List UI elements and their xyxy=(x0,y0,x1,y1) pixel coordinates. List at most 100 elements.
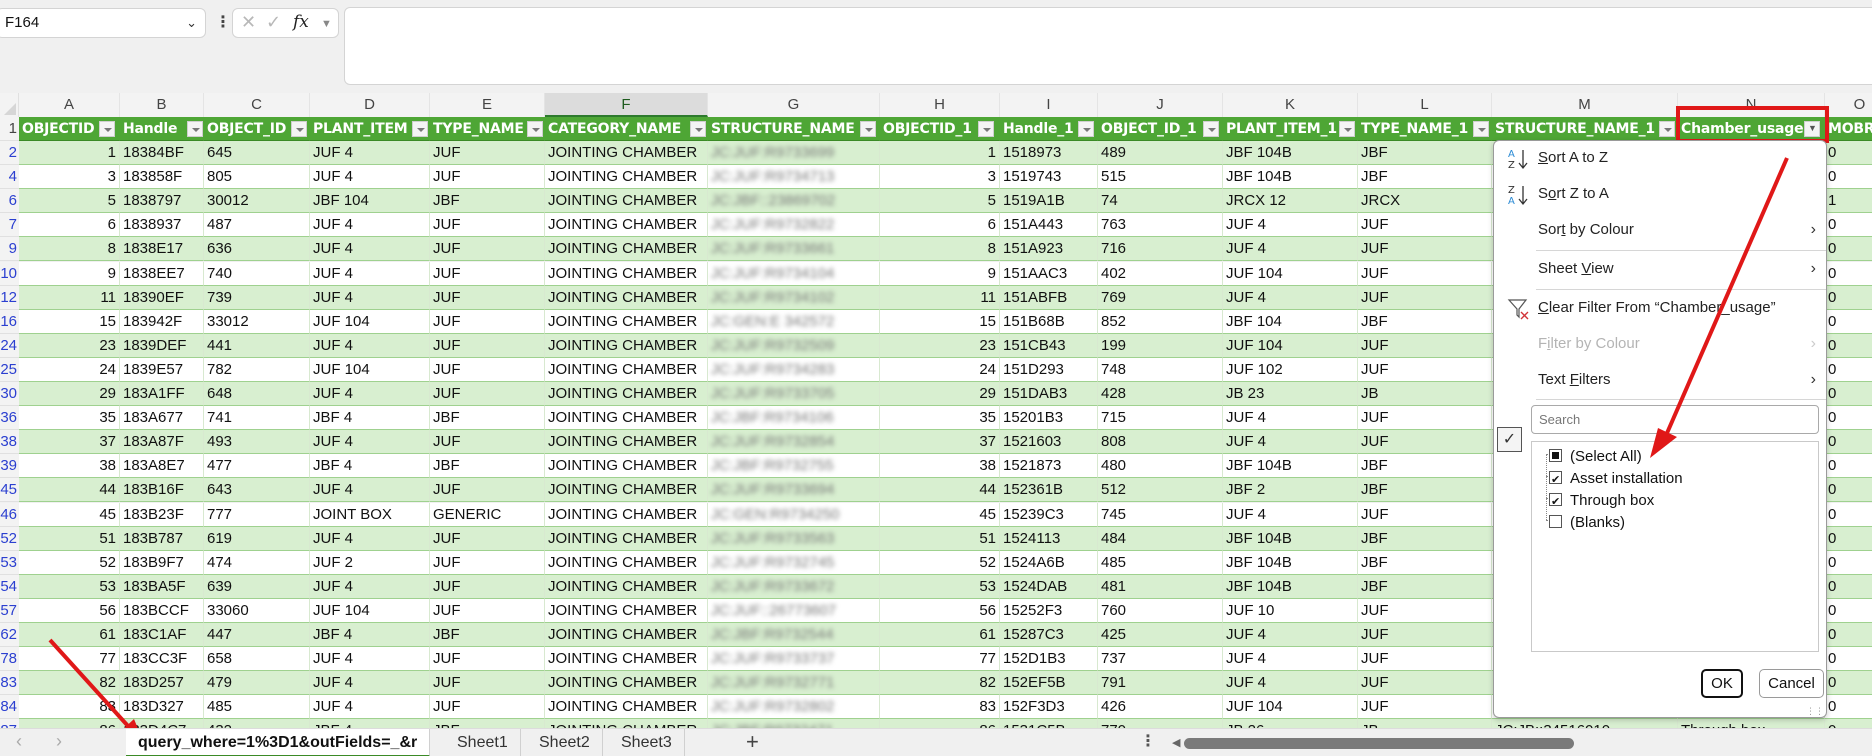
cell-h[interactable]: 56 xyxy=(880,598,1000,623)
cell-h[interactable]: 38 xyxy=(880,454,1000,479)
filter-dropdown-icon[interactable] xyxy=(690,121,706,137)
column-header-h[interactable]: H xyxy=(880,93,1000,117)
table-header-cell[interactable]: PLANT_ITEM_1 xyxy=(1223,117,1358,141)
cell-d[interactable]: JUF 4 xyxy=(310,526,430,551)
cell-o[interactable]: 0 xyxy=(1825,623,1872,647)
cell-f[interactable]: JOINTING CHAMBER xyxy=(545,623,708,647)
column-header-e[interactable]: E xyxy=(430,93,545,117)
checkbox[interactable] xyxy=(1549,449,1562,462)
cell-f[interactable]: JOINTING CHAMBER xyxy=(545,478,708,503)
cell-k[interactable]: JB 23 xyxy=(1223,382,1358,406)
cell-b[interactable]: 183B23F xyxy=(120,502,204,527)
cancel-icon[interactable]: ✕ xyxy=(241,12,256,33)
cell-i[interactable]: 15239C3 xyxy=(1000,502,1098,527)
cell-a[interactable]: 3 xyxy=(19,165,120,190)
cell-a[interactable]: 15 xyxy=(19,309,120,334)
cell-h[interactable]: 9 xyxy=(880,261,1000,286)
cell-e[interactable]: JUF xyxy=(430,598,545,623)
filter-dropdown-icon[interactable] xyxy=(978,121,994,137)
cell-b[interactable]: 183B16F xyxy=(120,478,204,503)
cell-a[interactable]: 35 xyxy=(19,406,120,431)
table-header-cell[interactable]: STRUCTURE_NAME_1 xyxy=(1492,117,1678,141)
cell-a[interactable]: 83 xyxy=(19,695,120,720)
cell-o[interactable]: 0 xyxy=(1825,430,1872,455)
cell-o[interactable]: 0 xyxy=(1825,406,1872,431)
cell-c[interactable]: 636 xyxy=(204,237,310,262)
cell-g[interactable]: JC:JUF:R9732822 xyxy=(708,213,880,238)
cell-l[interactable]: JRCX xyxy=(1358,189,1492,214)
cell-d[interactable]: JUF 4 xyxy=(310,382,430,406)
cell-b[interactable]: 183D327 xyxy=(120,695,204,720)
cell-d[interactable]: JUF 104 xyxy=(310,598,430,623)
cell-a[interactable]: 44 xyxy=(19,478,120,503)
row-number[interactable]: 36 xyxy=(0,406,19,431)
cell-a[interactable]: 51 xyxy=(19,526,120,551)
filter-option[interactable]: Through box xyxy=(1549,490,1654,513)
cell-f[interactable]: JOINTING CHAMBER xyxy=(545,502,708,527)
cell-j[interactable]: 737 xyxy=(1098,647,1223,672)
cell-c[interactable]: 33060 xyxy=(204,598,310,623)
filter-dropdown-icon[interactable] xyxy=(1078,121,1094,137)
cell-k[interactable]: JBF 104 xyxy=(1223,309,1358,334)
cell-c[interactable]: 30012 xyxy=(204,189,310,214)
cell-f[interactable]: JOINTING CHAMBER xyxy=(545,671,708,696)
cell-d[interactable]: JUF 4 xyxy=(310,647,430,672)
cell-a[interactable]: 8 xyxy=(19,237,120,262)
cell-g[interactable]: JC:JUF:R9732802 xyxy=(708,695,880,720)
cell-c[interactable]: 474 xyxy=(204,550,310,575)
cell-l[interactable]: JUF xyxy=(1358,695,1492,720)
cell-i[interactable]: 1518973 xyxy=(1000,141,1098,165)
cell-o[interactable]: 0 xyxy=(1825,309,1872,334)
cell-j[interactable]: 763 xyxy=(1098,213,1223,238)
row-number[interactable]: 12 xyxy=(0,285,19,310)
column-header-a[interactable]: A xyxy=(19,93,120,117)
cell-h[interactable]: 23 xyxy=(880,333,1000,358)
filter-dropdown-icon[interactable] xyxy=(860,121,876,137)
cell-e[interactable]: JBF xyxy=(430,189,545,214)
cell-f[interactable]: JOINTING CHAMBER xyxy=(545,357,708,382)
column-header-f[interactable]: F xyxy=(545,93,708,117)
cell-j[interactable]: 485 xyxy=(1098,550,1223,575)
cell-j[interactable]: 426 xyxy=(1098,695,1223,720)
cell-c[interactable]: 441 xyxy=(204,333,310,358)
cell-b[interactable]: 183A87F xyxy=(120,430,204,455)
cell-e[interactable]: JUF xyxy=(430,550,545,575)
cell-e[interactable]: JBF xyxy=(430,623,545,647)
cell-k[interactable]: JUF 4 xyxy=(1223,502,1358,527)
tab-sheet1[interactable]: Sheet1 xyxy=(445,729,521,756)
cell-j[interactable]: 428 xyxy=(1098,382,1223,406)
cell-k[interactable]: JUF 4 xyxy=(1223,647,1358,672)
cell-f[interactable]: JOINTING CHAMBER xyxy=(545,382,708,406)
cell-c[interactable]: 477 xyxy=(204,454,310,479)
cell-g[interactable]: JC:JUF:R9733563 xyxy=(708,526,880,551)
cell-j[interactable]: 852 xyxy=(1098,309,1223,334)
cell-f[interactable]: JOINTING CHAMBER xyxy=(545,333,708,358)
cell-l[interactable]: JUF xyxy=(1358,647,1492,672)
cell-b[interactable]: 1838E17 xyxy=(120,237,204,262)
column-header-b[interactable]: B xyxy=(120,93,204,117)
cell-f[interactable]: JOINTING CHAMBER xyxy=(545,598,708,623)
cell-f[interactable]: JOINTING CHAMBER xyxy=(545,574,708,599)
cell-j[interactable]: 745 xyxy=(1098,502,1223,527)
cell-e[interactable]: JUF xyxy=(430,478,545,503)
cell-e[interactable]: JUF xyxy=(430,213,545,238)
cell-k[interactable]: JBF 104B xyxy=(1223,454,1358,479)
cell-g[interactable]: JC:JBF::23869702 xyxy=(708,189,880,214)
cell-f[interactable]: JOINTING CHAMBER xyxy=(545,406,708,431)
cell-g[interactable]: JC:JUF::26773607 xyxy=(708,598,880,623)
cell-c[interactable]: 33012 xyxy=(204,309,310,334)
cell-b[interactable]: 183858F xyxy=(120,165,204,190)
cell-c[interactable]: 739 xyxy=(204,285,310,310)
filter-dropdown-icon[interactable] xyxy=(291,121,307,137)
checkbox[interactable] xyxy=(1549,491,1562,513)
filter-option[interactable]: Asset installation xyxy=(1549,468,1683,491)
cell-k[interactable]: JUF 4 xyxy=(1223,406,1358,431)
cell-i[interactable]: 152EF5B xyxy=(1000,671,1098,696)
cell-c[interactable]: 805 xyxy=(204,165,310,190)
cell-b[interactable]: 1839E57 xyxy=(120,357,204,382)
horizontal-scrollbar[interactable]: ◀ xyxy=(1172,736,1872,750)
cell-j[interactable]: 515 xyxy=(1098,165,1223,190)
cell-l[interactable]: JUF xyxy=(1358,598,1492,623)
text-filters[interactable]: Text Filters › xyxy=(1494,363,1826,397)
cell-b[interactable]: 183C1AF xyxy=(120,623,204,647)
